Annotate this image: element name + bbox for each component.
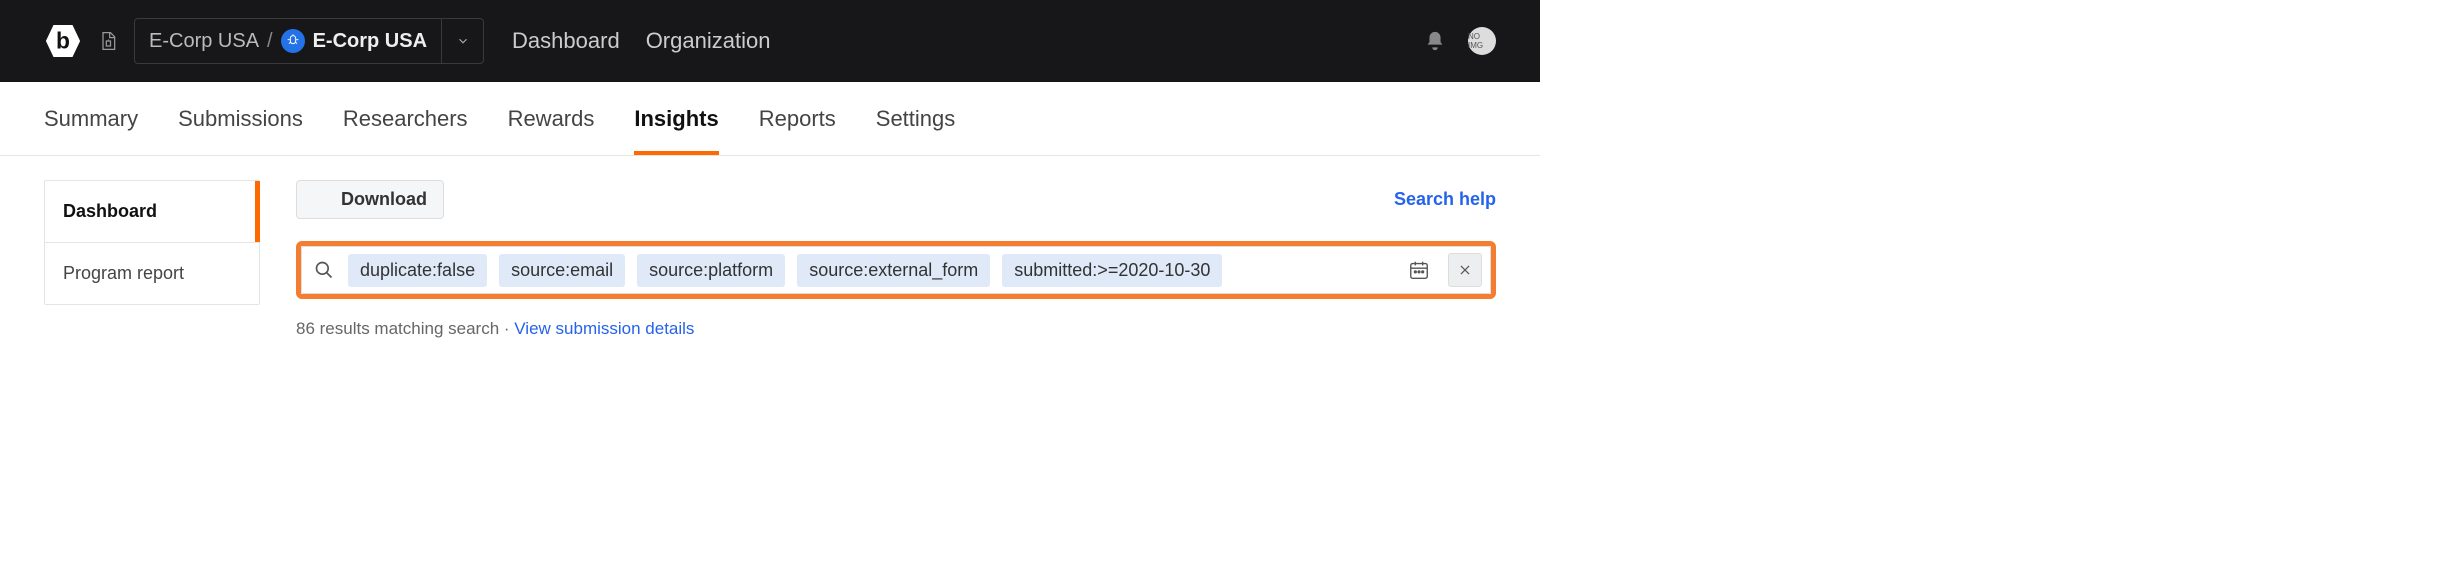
subnav-researchers[interactable]: Researchers — [343, 82, 468, 155]
top-nav: Dashboard Organization — [512, 28, 770, 54]
subnav-rewards[interactable]: Rewards — [508, 82, 595, 155]
download-label: Download — [341, 189, 427, 210]
sidebar-item-label: Dashboard — [63, 201, 157, 221]
subnav-insights[interactable]: Insights — [634, 82, 718, 155]
notifications-icon[interactable] — [1424, 30, 1446, 52]
avatar-placeholder: NO IMG — [1468, 32, 1496, 50]
breadcrumb-current: E-Corp USA — [313, 30, 427, 53]
search-chip[interactable]: source:email — [499, 254, 625, 287]
top-bar: b E-Corp USA / E-Corp USA Dashboard Orga… — [0, 0, 1540, 82]
calendar-icon[interactable] — [1404, 259, 1434, 281]
user-avatar[interactable]: NO IMG — [1468, 27, 1496, 55]
sidebar-item-dashboard[interactable]: Dashboard — [45, 181, 259, 242]
breadcrumb-separator: / — [267, 30, 273, 53]
document-icon[interactable] — [98, 29, 118, 53]
search-icon — [310, 260, 338, 280]
results-summary: 86 results matching search · View submis… — [296, 319, 1496, 339]
subnav-reports[interactable]: Reports — [759, 82, 836, 155]
search-highlight-frame: duplicate:false source:email source:plat… — [296, 241, 1496, 299]
search-chip[interactable]: duplicate:false — [348, 254, 487, 287]
topnav-organization[interactable]: Organization — [646, 28, 771, 54]
sidebar-item-program-report[interactable]: Program report — [45, 242, 259, 304]
program-selector-caret[interactable] — [441, 19, 483, 63]
search-chip[interactable]: submitted:>=2020-10-30 — [1002, 254, 1222, 287]
search-chip[interactable]: source:external_form — [797, 254, 990, 287]
content-area: Download Search help duplicate:false sou… — [296, 180, 1496, 339]
search-chip[interactable]: source:platform — [637, 254, 785, 287]
subnav-submissions[interactable]: Submissions — [178, 82, 303, 155]
sub-nav: Summary Submissions Researchers Rewards … — [0, 82, 1540, 156]
svg-text:b: b — [56, 28, 70, 54]
sidebar-item-label: Program report — [63, 263, 184, 283]
results-count: 86 results matching search — [296, 319, 499, 338]
subnav-summary[interactable]: Summary — [44, 82, 138, 155]
close-icon — [1458, 263, 1472, 277]
download-icon — [313, 191, 331, 209]
logo[interactable]: b — [44, 20, 82, 62]
breadcrumb-parent: E-Corp USA — [149, 30, 259, 53]
program-selector[interactable]: E-Corp USA / E-Corp USA — [134, 18, 484, 64]
search-chips: duplicate:false source:email source:plat… — [348, 254, 1394, 287]
subnav-settings[interactable]: Settings — [876, 82, 956, 155]
clear-search-button[interactable] — [1448, 253, 1482, 287]
insights-sidebar: Dashboard Program report — [44, 180, 260, 305]
download-button[interactable]: Download — [296, 180, 444, 219]
results-separator: · — [499, 319, 514, 338]
search-help-link[interactable]: Search help — [1394, 189, 1496, 210]
bug-icon — [281, 29, 305, 53]
topnav-dashboard[interactable]: Dashboard — [512, 28, 620, 54]
view-submission-details-link[interactable]: View submission details — [514, 319, 694, 338]
search-box[interactable]: duplicate:false source:email source:plat… — [301, 246, 1491, 294]
